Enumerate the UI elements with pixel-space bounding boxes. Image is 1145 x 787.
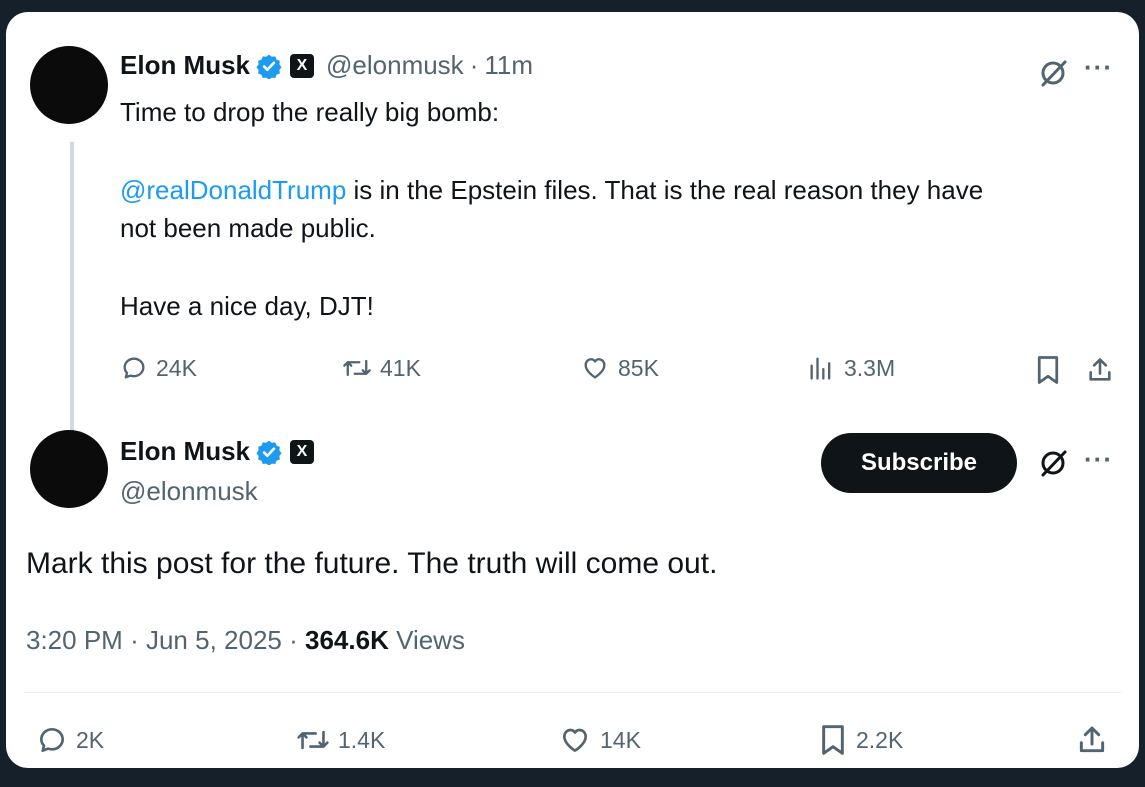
repost-count: 1.4K (338, 726, 386, 753)
bookmark-icon[interactable] (1032, 354, 1064, 386)
bookmark-button[interactable]: 2.2K (818, 724, 903, 756)
views-count: 364.6K (305, 625, 389, 655)
like-icon (584, 358, 606, 379)
author-handle[interactable]: @elonmusk (326, 50, 464, 81)
repost-count: 41K (380, 354, 421, 381)
reply-count: 24K (156, 354, 197, 381)
tweet1-line4: Have a nice day, DJT! (120, 291, 374, 321)
grok-icon[interactable] (1036, 56, 1070, 90)
tweet1-paragraph2: @realDonaldTrump is in the Epstein files… (120, 171, 1120, 209)
tweet2-meta: 3:20 PM · Jun 5, 2025 · 364.6K Views (26, 625, 465, 656)
grok-icon[interactable] (1036, 446, 1070, 480)
verified-icon (256, 440, 282, 465)
repost-icon (297, 730, 329, 750)
views-label: Views (396, 625, 465, 655)
tweet1-header: Elon Musk X @elonmusk · 11m (120, 50, 533, 81)
tweet1-line2: is in the Epstein files. That is the rea… (346, 175, 984, 205)
subscribe-button[interactable]: Subscribe (821, 433, 1017, 493)
bookmark-count: 2.2K (856, 726, 904, 753)
like-button[interactable]: 14K (558, 724, 641, 756)
views-button[interactable]: 3.3M (806, 354, 895, 382)
avatar[interactable] (30, 46, 108, 124)
tweet-date[interactable]: Jun 5, 2025 (146, 625, 282, 655)
like-icon (563, 728, 587, 752)
repost-button[interactable]: 1.4K (296, 724, 385, 756)
time-separator: · (469, 50, 479, 80)
meta-separator: · (289, 625, 298, 655)
views-count: 3.3M (844, 354, 896, 381)
views-icon (810, 357, 831, 380)
mention-link[interactable]: @realDonaldTrump (120, 175, 346, 205)
tweet2-body: Mark this post for the future. The truth… (26, 547, 718, 580)
tweet-time[interactable]: 3:20 PM (26, 625, 123, 655)
thread-connector-line (70, 142, 74, 434)
reply-icon (123, 357, 145, 379)
reply-button[interactable]: 24K (120, 354, 197, 382)
tweet1-line1: Time to drop the really big bomb: (120, 97, 500, 127)
more-icon[interactable]: ··· (1084, 52, 1113, 83)
divider (24, 692, 1121, 693)
like-button[interactable]: 85K (580, 354, 659, 382)
reply-icon (40, 728, 64, 752)
like-count: 85K (618, 354, 659, 381)
author-name[interactable]: Elon Musk (120, 436, 250, 467)
bookmark-icon (822, 725, 844, 755)
repost-button[interactable]: 41K (342, 354, 421, 382)
reply-button[interactable]: 2K (36, 724, 104, 756)
author-handle[interactable]: @elonmusk (120, 476, 258, 507)
share-icon[interactable] (1074, 722, 1110, 758)
tweet-time[interactable]: 11m (484, 50, 533, 81)
avatar[interactable] (30, 430, 108, 508)
more-icon[interactable]: ··· (1084, 444, 1113, 475)
x-badge-icon: X (290, 53, 315, 78)
tweet-card: Elon Musk X @elonmusk · 11m ··· Time to … (6, 12, 1139, 768)
author-name[interactable]: Elon Musk (120, 50, 250, 81)
verified-icon (256, 54, 282, 79)
tweet2-header: Elon Musk X (120, 436, 315, 467)
reply-count: 2K (76, 726, 105, 753)
x-badge-icon: X (290, 439, 315, 464)
like-count: 14K (600, 726, 641, 753)
tweet1-line3: not been made public. (120, 213, 376, 243)
share-icon[interactable] (1084, 354, 1116, 386)
repost-icon (343, 359, 371, 377)
meta-separator: · (130, 625, 139, 655)
